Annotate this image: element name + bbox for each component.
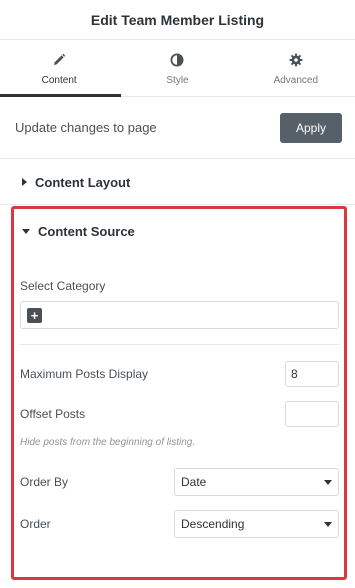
- panel-title: Edit Team Member Listing: [90, 11, 265, 28]
- pencil-icon: [52, 51, 66, 69]
- select-category-label: Select Category: [20, 279, 106, 293]
- offset-posts-hint: Hide posts from the beginning of listing…: [20, 437, 196, 448]
- tab-content[interactable]: Content: [0, 40, 118, 96]
- order-row: Order Descending: [20, 510, 339, 538]
- content-layout-toggle[interactable]: Content Layout: [0, 159, 355, 205]
- half-circle-icon: [170, 51, 184, 69]
- order-select[interactable]: Descending: [174, 510, 339, 538]
- max-posts-input[interactable]: [285, 361, 339, 387]
- gear-icon: [289, 51, 303, 69]
- content-source-title: Content Source: [38, 223, 135, 239]
- order-label: Order: [20, 517, 51, 531]
- tab-content-label: Content: [41, 74, 77, 86]
- apply-button[interactable]: Apply: [280, 112, 342, 143]
- tab-style-label: Style: [166, 74, 189, 86]
- caret-right-icon: [22, 178, 27, 186]
- tab-advanced[interactable]: Advanced: [237, 40, 355, 96]
- order-by-select[interactable]: Date: [174, 468, 339, 496]
- plus-icon[interactable]: +: [27, 308, 42, 323]
- order-by-label: Order By: [20, 475, 69, 489]
- content-source-toggle[interactable]: Content Source: [14, 209, 344, 253]
- tab-advanced-label: Advanced: [273, 74, 319, 86]
- order-by-row: Order By Date: [20, 468, 339, 496]
- chevron-down-icon: [324, 479, 332, 485]
- offset-posts-input[interactable]: [285, 401, 339, 427]
- tab-bar: Content Style Advanced: [0, 40, 355, 97]
- update-changes-row: Update changes to page Apply: [0, 97, 355, 159]
- max-posts-row: Maximum Posts Display: [20, 361, 339, 387]
- offset-posts-row: Offset Posts: [20, 401, 339, 427]
- order-by-value: Date: [181, 475, 207, 489]
- panel-header: Edit Team Member Listing: [0, 0, 355, 40]
- chevron-down-icon: [324, 521, 332, 527]
- category-select-field[interactable]: +: [20, 301, 339, 329]
- content-source-section: Content Source Select Category + Maximum…: [11, 206, 347, 580]
- max-posts-label: Maximum Posts Display: [20, 367, 149, 381]
- order-value: Descending: [181, 517, 245, 531]
- content-layout-section: Content Layout: [0, 159, 355, 205]
- divider: [20, 344, 339, 345]
- caret-down-icon: [22, 228, 30, 234]
- content-layout-title: Content Layout: [35, 174, 131, 190]
- tab-style[interactable]: Style: [118, 40, 236, 96]
- update-changes-label: Update changes to page: [15, 120, 157, 135]
- offset-posts-label: Offset Posts: [20, 407, 86, 421]
